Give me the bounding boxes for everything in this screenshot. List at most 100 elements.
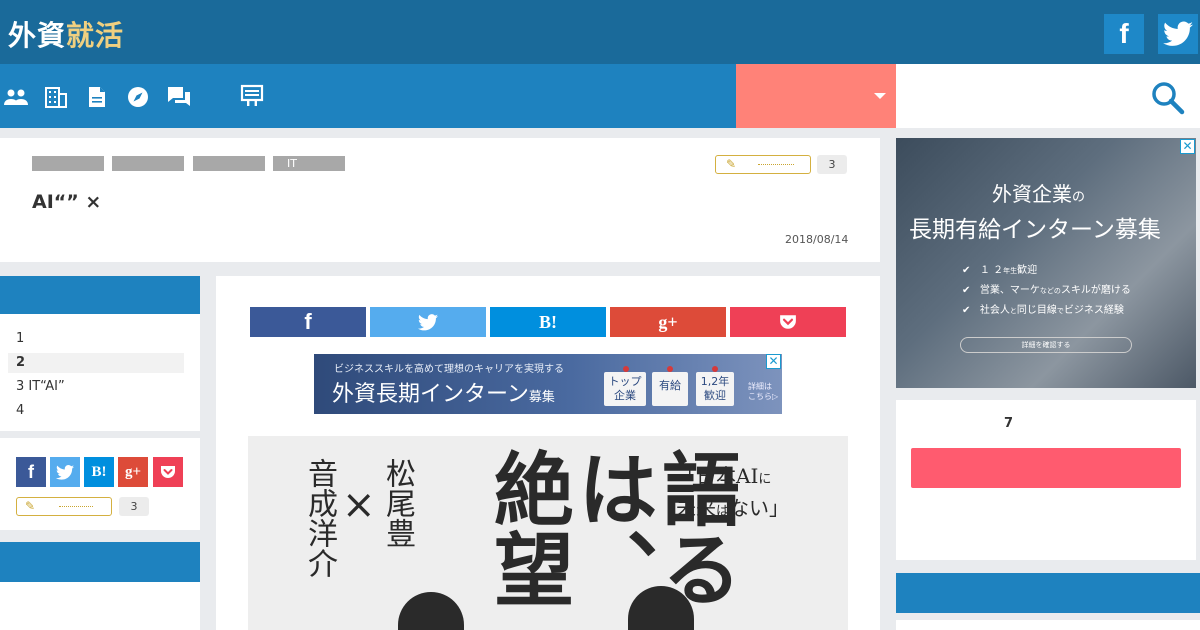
hatena-share-button[interactable]: B! bbox=[490, 307, 606, 337]
hero-quote-line3: ない」 bbox=[729, 496, 790, 520]
facebook-share-button[interactable]: f bbox=[250, 307, 366, 337]
googleplus-share-button[interactable]: g+ bbox=[610, 307, 726, 337]
twitter-icon bbox=[418, 313, 438, 330]
ad-check-small: と bbox=[1009, 307, 1017, 315]
close-icon[interactable]: ✕ bbox=[1180, 139, 1195, 154]
hatena-icon: B! bbox=[91, 463, 107, 480]
ranking-number: 7 bbox=[1004, 416, 1014, 431]
clip-button[interactable]: ✎ bbox=[715, 155, 811, 174]
internship-banner-ad[interactable]: ビジネススキルを高めて理想のキャリアを実現する 外資長期インターン募集 トップ … bbox=[314, 354, 782, 414]
ad-check-small: で bbox=[1056, 307, 1064, 315]
category-tag-it[interactable]: IT bbox=[273, 156, 345, 171]
twitter-button[interactable] bbox=[1158, 14, 1198, 54]
close-icon[interactable]: ✕ bbox=[766, 354, 781, 369]
banner-headline: 外資長期インターン募集 bbox=[332, 376, 555, 408]
hero-quote-line2: 未来 bbox=[676, 496, 716, 520]
ad-check-tail: ビジネス経験 bbox=[1063, 305, 1124, 316]
ad-check-tail: スキルが磨ける bbox=[1060, 285, 1131, 296]
toc-highlight bbox=[8, 353, 184, 373]
googleplus-share-button[interactable]: g+ bbox=[118, 457, 148, 487]
article-date: 2018/08/14 bbox=[785, 233, 849, 246]
banner-more-link: 詳細は こちら▷ bbox=[748, 382, 779, 401]
clip-count: 3 bbox=[817, 155, 847, 174]
banner-headline-main: 外資長期インターン bbox=[332, 382, 529, 407]
hatena-icon: B! bbox=[539, 311, 557, 332]
ad-check-item: ✔ １ ２年生歓迎 bbox=[962, 265, 1038, 276]
logo-text-2: 就活 bbox=[66, 19, 125, 52]
ad-title-line1: 外資企業の bbox=[992, 178, 1085, 207]
googleplus-icon: g+ bbox=[124, 463, 142, 480]
document-icon[interactable] bbox=[84, 84, 110, 110]
hatena-share-button[interactable]: B! bbox=[84, 457, 114, 487]
banner-pill: 1,2年 歓迎 bbox=[696, 372, 734, 406]
paperclip-icon: ✎ bbox=[726, 157, 737, 171]
ad-check-main: 社会人 bbox=[979, 305, 1010, 316]
sidebar-section-body bbox=[0, 582, 200, 630]
ad-title-line1-main: 外資企業 bbox=[992, 182, 1072, 206]
toc-item-active[interactable]: 2 bbox=[16, 355, 25, 370]
board-icon[interactable] bbox=[239, 83, 265, 109]
facebook-button[interactable]: f bbox=[1104, 14, 1144, 54]
ranking-button[interactable] bbox=[911, 448, 1181, 488]
category-tag[interactable] bbox=[112, 156, 184, 171]
logo-text-1: 外資 bbox=[8, 19, 67, 52]
nav-dropdown[interactable] bbox=[736, 64, 896, 128]
caret-down-icon[interactable] bbox=[874, 93, 886, 99]
googleplus-icon: g+ bbox=[658, 311, 678, 332]
twitter-share-button[interactable] bbox=[370, 307, 486, 337]
top-header bbox=[0, 0, 1200, 64]
hero-quote-line1: 「日本AI bbox=[676, 464, 759, 488]
pocket-share-button[interactable] bbox=[730, 307, 846, 337]
hero-quote: 「日本AIに 未来はない」 bbox=[676, 462, 789, 526]
ad-check-main: １ ２ bbox=[979, 265, 1004, 276]
pocket-icon bbox=[780, 315, 796, 329]
toc-item[interactable]: 4 bbox=[16, 403, 24, 418]
banner-tagline: ビジネススキルを高めて理想のキャリアを実現する bbox=[334, 364, 564, 375]
hero-times: × bbox=[342, 482, 376, 528]
twitter-icon bbox=[1163, 21, 1193, 46]
ad-check-tail: 同じ目線 bbox=[1016, 305, 1057, 316]
clip-button[interactable]: ✎ bbox=[16, 497, 112, 516]
ad-title-line1-small: の bbox=[1072, 190, 1086, 205]
banner-pill: 有給 bbox=[652, 372, 688, 406]
hero-name-1: 松尾豊 bbox=[380, 458, 415, 548]
facebook-icon: f bbox=[28, 461, 34, 482]
clip-label bbox=[758, 164, 794, 165]
hero-quote-small1: に bbox=[758, 472, 772, 487]
main-nav bbox=[0, 64, 736, 128]
banner-pill: トップ 企業 bbox=[604, 372, 646, 406]
right-section-header bbox=[896, 573, 1200, 613]
toc-item[interactable]: 1 bbox=[16, 331, 24, 346]
right-section-body bbox=[896, 620, 1200, 630]
hero-quote-small2: は bbox=[716, 504, 730, 519]
ad-check-main: 営業、マーケ bbox=[979, 285, 1040, 296]
site-logo[interactable]: 外資就活 bbox=[8, 14, 124, 54]
category-tag[interactable] bbox=[193, 156, 265, 171]
toc-header bbox=[0, 276, 200, 314]
compass-icon[interactable] bbox=[125, 84, 151, 110]
ad-check-item: ✔ 営業、マーケなどのスキルが磨ける bbox=[962, 285, 1131, 296]
twitter-share-button[interactable] bbox=[50, 457, 80, 487]
facebook-icon: f bbox=[1119, 18, 1129, 49]
paperclip-icon: ✎ bbox=[25, 499, 36, 513]
facebook-share-button[interactable]: f bbox=[16, 457, 46, 487]
search-icon[interactable] bbox=[1150, 80, 1186, 116]
ad-check-small: などの bbox=[1039, 287, 1061, 295]
chat-icon[interactable] bbox=[166, 84, 192, 110]
clip-label bbox=[59, 506, 93, 507]
building-icon[interactable] bbox=[43, 84, 69, 110]
clip-count: 3 bbox=[119, 497, 149, 516]
article-title: AI“” × bbox=[32, 191, 102, 213]
ad-check-item: ✔ 社会人と同じ目線でビジネス経験 bbox=[962, 305, 1124, 316]
banner-headline-suffix: 募集 bbox=[528, 390, 555, 405]
toc-item[interactable]: 3 IT“AI” bbox=[16, 379, 65, 394]
category-tag[interactable] bbox=[32, 156, 104, 171]
people-icon[interactable] bbox=[3, 84, 29, 110]
ad-title-line2: 長期有給インターン募集 bbox=[909, 217, 1161, 243]
ad-detail-button[interactable]: 詳細を確認する bbox=[960, 337, 1132, 353]
sidebar-section-header bbox=[0, 542, 200, 582]
pocket-icon bbox=[161, 466, 175, 478]
twitter-icon bbox=[56, 464, 74, 480]
pocket-share-button[interactable] bbox=[153, 457, 183, 487]
hero-name-2: 音成洋介 bbox=[302, 458, 337, 578]
